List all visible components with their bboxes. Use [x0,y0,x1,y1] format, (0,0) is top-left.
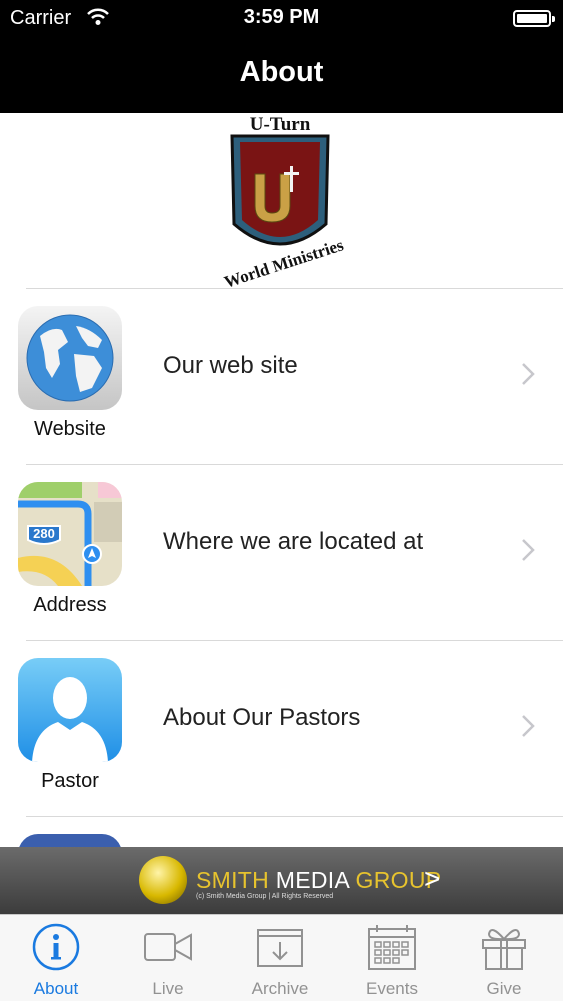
tab-label: Give [486,979,522,998]
pastor-label: Pastor [41,770,99,792]
tab-archive[interactable]: Archive [224,915,336,1001]
tab-label: About [33,979,79,998]
ministry-logo: U-Turn World Ministries [210,114,350,292]
calendar-icon [367,922,417,977]
page-title: About [239,56,324,88]
address-description: Where we are located at [163,528,424,555]
website-label: Website [34,418,106,440]
status-time: 3:59 PM [243,6,320,28]
list-item-pastor[interactable]: Pastor About Our Pastors [0,640,563,816]
tab-about[interactable]: About [0,915,112,1001]
row-divider [26,288,563,289]
tab-label: Archive [251,979,309,998]
chevron-right-icon [520,361,536,392]
tab-label: Events [366,979,418,998]
tab-events[interactable]: Events [336,915,448,1001]
list-item-partial[interactable] [0,816,563,847]
globe-icon [18,306,122,410]
tab-give[interactable]: Give [448,915,560,1001]
person-icon [18,658,122,762]
tab-label: Live [152,979,184,998]
address-label: Address [33,594,107,616]
battery-icon [513,10,555,27]
video-camera-icon [143,922,193,977]
banner-arrow-icon: > [424,863,441,894]
row-divider [26,464,563,465]
banner-title: SMITH MEDIA GROUP [196,867,442,893]
chevron-right-icon [520,713,536,744]
map-icon: 280 [18,482,122,586]
navigation-bar: About [0,36,563,113]
status-bar: Carrier 3:59 PM [0,0,563,36]
website-description: Our web site [163,352,298,379]
tab-live[interactable]: Live [112,915,224,1001]
list-item-address[interactable]: 280 Address Where we are located at [0,464,563,640]
banner-rights: (c) Smith Media Group | All Rights Reser… [196,893,334,900]
list-item-website[interactable]: Website Our web site [0,288,563,464]
gift-icon [479,922,529,977]
smith-media-logo-icon [139,856,187,904]
archive-box-icon [255,922,305,977]
smith-media-banner[interactable]: SMITH MEDIA GROUP > (c) Smith Media Grou… [0,847,563,914]
row-divider [26,816,563,817]
chevron-right-icon [520,537,536,568]
info-icon [31,922,81,977]
logo-top-text: U-Turn [249,114,311,135]
highway-badge-text: 280 [33,526,55,541]
tab-bar: About Live Archive Events Give [0,914,563,1001]
pastor-description: About Our Pastors [163,704,361,731]
app-icon-partial [18,834,122,847]
row-divider [26,640,563,641]
